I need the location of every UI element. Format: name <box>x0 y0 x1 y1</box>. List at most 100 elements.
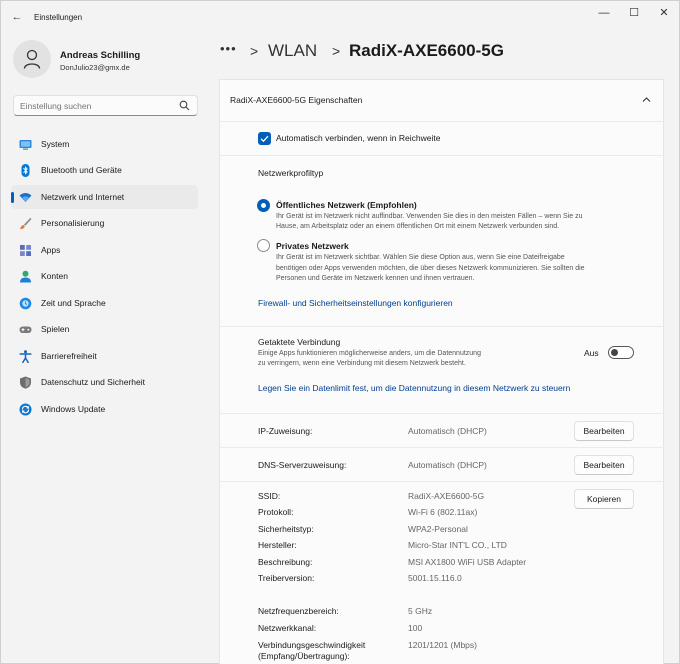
divider <box>219 326 664 327</box>
detail-label: Protokoll: <box>258 507 294 517</box>
chevron-up-icon[interactable] <box>642 96 651 103</box>
maximize-button[interactable]: ☐ <box>621 5 647 21</box>
sidebar-item-network[interactable]: Netzwerk und Internet <box>11 185 198 209</box>
page-title: RadiX-AXE6600-5G <box>349 41 504 60</box>
apps-icon <box>20 245 31 256</box>
sidebar-item-apps[interactable]: Apps <box>11 238 198 262</box>
detail-value: Micro-Star INT'L CO., LTD <box>408 540 507 550</box>
settings-window: ← Einstellungen — ☐ ✕ Andreas Schilling … <box>0 0 680 664</box>
detail-label: Netzwerkkanal: <box>258 623 317 633</box>
public-network-radio[interactable] <box>257 199 270 212</box>
title-bar: ← Einstellungen — ☐ ✕ <box>1 1 679 33</box>
search-icon[interactable] <box>179 100 190 111</box>
globe-clock-icon <box>19 297 32 310</box>
search-input[interactable] <box>20 99 175 112</box>
app-title: Einstellungen <box>34 13 83 22</box>
sidebar-item-accessibility[interactable]: Barrierefreiheit <box>11 344 198 368</box>
detail-label: Hersteller: <box>258 540 297 550</box>
divider <box>219 447 664 448</box>
divider <box>219 481 664 482</box>
private-network-radio[interactable] <box>257 239 270 252</box>
auto-connect-label: Automatisch verbinden, wenn in Reichweit… <box>276 133 441 143</box>
sidebar-item-label: Netzwerk und Internet <box>41 192 125 202</box>
close-button[interactable]: ✕ <box>651 5 677 21</box>
firewall-settings-link[interactable]: Firewall- und Sicherheitseinstellungen k… <box>258 298 453 308</box>
detail-label: Sicherheitstyp: <box>258 524 314 534</box>
edit-dns-button[interactable]: Bearbeiten <box>574 455 634 475</box>
breadcrumb-separator: > <box>250 43 259 59</box>
sidebar-item-label: Konten <box>41 271 68 281</box>
divider <box>219 121 664 122</box>
metered-connection-desc: zu verringern, wenn eine Verbindung mit … <box>258 360 466 367</box>
private-network-title: Privates Netzwerk <box>276 241 349 251</box>
brush-icon <box>20 217 32 230</box>
shield-icon <box>20 376 31 389</box>
detail-value: 100 <box>408 623 423 633</box>
copy-button[interactable]: Kopieren <box>574 489 634 509</box>
breadcrumb-more-button[interactable]: ••• <box>220 41 237 56</box>
detail-label: (Empfang/Übertragung): <box>258 651 350 661</box>
person-icon <box>20 270 31 283</box>
metered-toggle-state: Aus <box>584 348 599 358</box>
divider <box>219 155 664 156</box>
checkmark-icon <box>260 135 269 143</box>
detail-value: 5001.15.116.0 <box>408 573 462 583</box>
avatar[interactable] <box>13 40 51 78</box>
sidebar-item-privacy[interactable]: Datenschutz und Sicherheit <box>11 370 198 394</box>
sidebar-item-label: Barrierefreiheit <box>41 351 97 361</box>
dns-assignment-label: DNS-Serverzuweisung: <box>258 460 347 470</box>
properties-header[interactable]: RadiX-AXE6600-5G Eigenschaften <box>230 95 362 105</box>
detail-value: RadiX-AXE6600-5G <box>408 491 485 501</box>
sidebar-item-label: Datenschutz und Sicherheit <box>41 377 145 387</box>
dns-assignment-value: Automatisch (DHCP) <box>408 460 487 470</box>
sidebar-item-bluetooth[interactable]: Bluetooth und Geräte <box>11 158 198 182</box>
user-email: DonJulio23@gmx.de <box>60 63 130 72</box>
detail-value: 1201/1201 (Mbps) <box>408 640 477 650</box>
user-name: Andreas Schilling <box>60 50 141 61</box>
toggle-knob <box>611 349 618 356</box>
sidebar-item-label: Apps <box>41 245 61 255</box>
sidebar-item-gaming[interactable]: Spielen <box>11 317 198 341</box>
public-network-desc: Ihr Gerät ist im Netzwerk nicht auffindb… <box>276 213 583 220</box>
sidebar-item-label: Zeit und Sprache <box>41 298 106 308</box>
metered-connection-toggle[interactable] <box>608 346 634 359</box>
public-network-desc: Hause, am Arbeitsplatz oder an einem öff… <box>276 223 560 230</box>
metered-connection-title: Getaktete Verbindung <box>258 337 341 347</box>
metered-connection-desc: Einige Apps funktionieren möglicherweise… <box>258 350 481 357</box>
sidebar-item-time-language[interactable]: Zeit und Sprache <box>11 291 198 315</box>
detail-label: Netzfrequenzbereich: <box>258 606 339 616</box>
profile-type-label: Netzwerkprofiltyp <box>258 168 324 178</box>
sidebar-item-system[interactable]: System <box>11 132 198 156</box>
ip-assignment-label: IP-Zuweisung: <box>258 426 313 436</box>
person-icon <box>23 49 41 69</box>
bluetooth-icon <box>21 164 30 177</box>
gamepad-icon <box>19 326 32 333</box>
wifi-icon <box>19 193 32 202</box>
back-arrow-icon[interactable]: ← <box>9 10 25 24</box>
system-icon <box>19 140 32 150</box>
public-network-title: Öffentliches Netzwerk (Empfohlen) <box>276 200 417 210</box>
sidebar-item-label: System <box>41 139 70 149</box>
sidebar-item-windows-update[interactable]: Windows Update <box>11 397 198 421</box>
edit-ip-button[interactable]: Bearbeiten <box>574 421 634 441</box>
sidebar-item-label: Bluetooth und Geräte <box>41 165 122 175</box>
detail-label: Verbindungsgeschwindigkeit <box>258 640 366 650</box>
sidebar-item-label: Spielen <box>41 324 70 334</box>
detail-value: WPA2-Personal <box>408 524 468 534</box>
accessibility-icon <box>19 350 32 363</box>
active-indicator <box>11 192 14 203</box>
data-limit-link[interactable]: Legen Sie ein Datenlimit fest, um die Da… <box>258 383 570 393</box>
minimize-button[interactable]: — <box>591 5 617 21</box>
breadcrumb-wlan[interactable]: WLAN <box>268 41 317 61</box>
sidebar-item-label: Personalisierung <box>41 218 105 228</box>
auto-connect-checkbox[interactable] <box>258 132 271 145</box>
search-box[interactable] <box>13 95 198 116</box>
private-network-desc: benötigen oder Apps verwenden möchten, d… <box>276 265 585 272</box>
sidebar-item-label: Windows Update <box>41 404 106 414</box>
detail-label: Beschreibung: <box>258 557 313 567</box>
sidebar-item-accounts[interactable]: Konten <box>11 264 198 288</box>
private-network-desc: Ihr Gerät ist im Netzwerk sichtbar. Wähl… <box>276 254 565 261</box>
sidebar-item-personalization[interactable]: Personalisierung <box>11 211 198 235</box>
divider <box>219 413 664 414</box>
detail-value: MSI AX1800 WiFi USB Adapter <box>408 557 527 567</box>
